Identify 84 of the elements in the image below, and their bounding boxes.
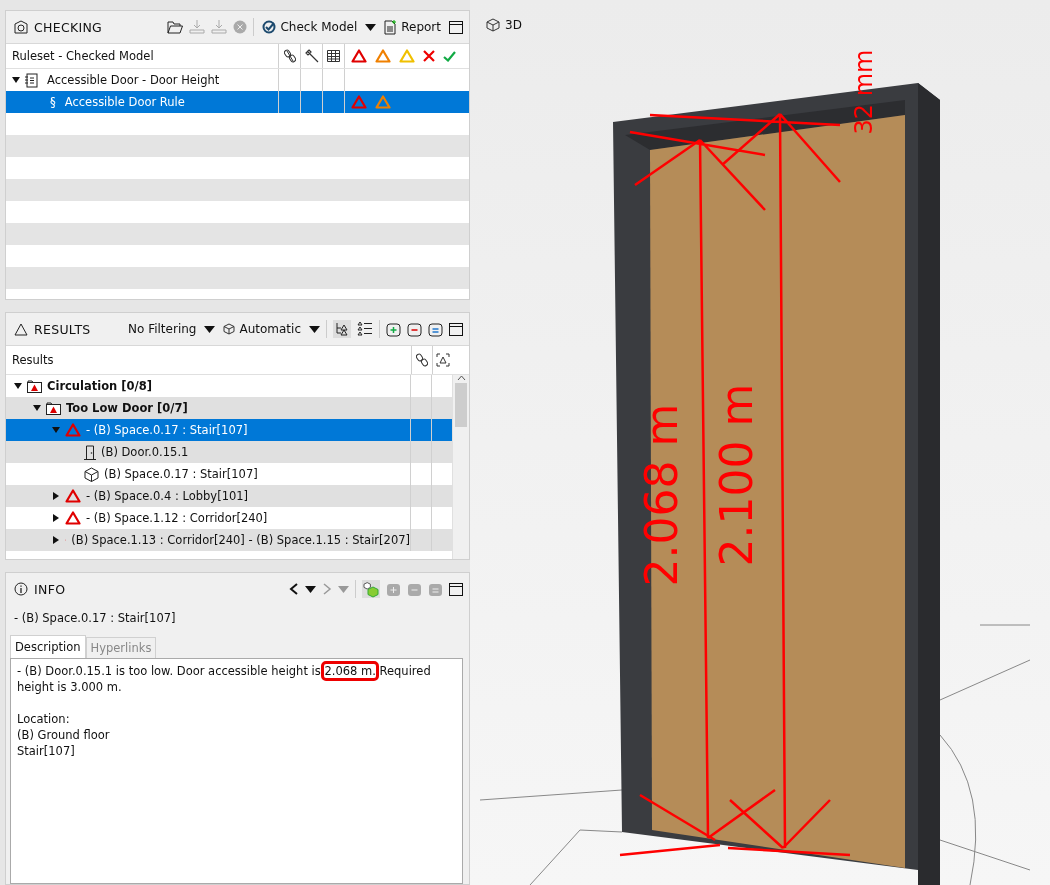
result-label: - (B) Space.0.17 : Stair[107] [86,423,248,437]
result-label: - (B) Space.0.4 : Lobby[101] [86,489,249,503]
add-icon[interactable] [386,321,401,337]
door-icon [84,444,96,460]
result-row[interactable]: - (B) Space.0.17 : Stair[107] [6,419,452,441]
critical-icon [351,49,367,63]
result-row[interactable]: (B) Space.1.13 : Corridor[240] - (B) Space.1.15 : Stair[207] [6,529,452,551]
major-icon [375,49,391,63]
report-button[interactable]: Report [382,17,443,37]
dropdown-arrow-icon[interactable] [309,325,320,333]
maximize-icon[interactable] [449,322,463,336]
tab[interactable]: Description [10,635,86,658]
folder-icon[interactable] [167,20,184,34]
result-label: Too Low Door [0/7] [66,401,188,415]
checking-icon [14,20,28,34]
scrollbar-thumb[interactable] [455,383,467,427]
info-icon [14,582,28,596]
result-label: (B) Door.0.15.1 [101,445,189,459]
expand-caret-icon[interactable] [12,76,20,84]
panel-title: RESULTS [34,321,91,337]
remove-icon[interactable] [407,321,422,337]
cube-icon [84,466,99,482]
column-header: Results [11,352,55,369]
result-row[interactable]: (B) Door.0.15.1 [6,441,452,463]
cube-icon [223,323,236,335]
scrollbar[interactable] [452,375,469,559]
table-icon [327,50,340,62]
result-label: (B) Space.1.13 : Corridor[240] - (B) Space.1.15 : Stair[207] [71,533,410,547]
dimension-label: 32 mm [850,49,878,135]
folder-warning-icon [27,379,42,393]
view-title: 3D [505,18,522,32]
mode-dropdown[interactable]: Automatic [221,320,303,338]
list-view-icon[interactable] [357,321,373,337]
expand-caret-icon[interactable] [52,514,60,522]
result-row[interactable]: - (B) Space.0.4 : Lobby[101] [6,485,452,507]
minor-icon [399,49,415,63]
selected-item-label: - (B) Space.0.17 : Stair[107] [13,610,177,627]
dimension-label: 2.100 m [711,383,762,567]
result-label: Circulation [0/8] [47,379,152,393]
result-label: - (B) Space.1.12 : Corridor[240] [86,511,268,525]
document-add-icon [384,19,398,35]
ruleset-row[interactable]: § Accessible Door Rule [6,91,469,113]
cube-icon [486,18,500,32]
expand-caret-icon[interactable] [52,536,60,544]
ruleset-icon [25,72,38,88]
link-icon [416,353,428,367]
checkmark-icon [443,50,456,62]
description-text: (B) Ground floor [17,727,111,743]
scroll-up-icon[interactable] [456,375,466,381]
dropdown-arrow-icon[interactable] [305,585,316,593]
description-text: Stair[107] [17,743,76,759]
panel-title: CHECKING [34,19,103,35]
result-label: (B) Space.0.17 : Stair[107] [104,467,258,481]
equal-icon[interactable] [428,321,443,337]
link-icon [283,49,296,63]
description-text: Location: [17,711,71,727]
focus-icon [436,353,450,367]
dropdown-arrow-icon[interactable] [204,325,216,333]
rule-label: Accessible Door - Door Height [47,73,220,87]
dropdown-arrow-icon[interactable] [365,23,377,31]
wrench-icon [304,49,319,63]
check-model-button[interactable]: Check Model [260,18,360,36]
result-row[interactable]: Too Low Door [0/7] [6,397,452,419]
section-sign-icon: § [50,95,56,109]
check-circle-icon [262,20,277,34]
warning-triangle-icon [65,423,81,437]
close-icon [423,50,435,62]
expand-caret-icon[interactable] [33,404,41,412]
panel-title: INFO [34,581,66,597]
cubes-icon[interactable] [362,580,380,598]
triangle-icon [14,322,28,336]
dimension-label: 2.068 m [636,403,687,587]
warning-triangle-icon [65,511,81,525]
rule-label: Accessible Door Rule [64,95,185,109]
column-header: Ruleset - Checked Model [11,48,155,65]
description-text: - (B) Door.0.15.1 is too low. Door accessible height is 2.068 m. Required height is 3.000 m. [17,663,456,695]
expand-caret-icon[interactable] [52,492,60,500]
maximize-icon[interactable] [449,582,463,596]
filter-dropdown[interactable]: No Filtering [126,320,199,338]
maximize-icon[interactable] [449,20,463,34]
expand-caret-icon[interactable] [14,382,22,390]
warning-triangle-icon [65,489,81,503]
tree-view-icon[interactable] [333,320,351,338]
folder-warning-icon [46,401,61,415]
